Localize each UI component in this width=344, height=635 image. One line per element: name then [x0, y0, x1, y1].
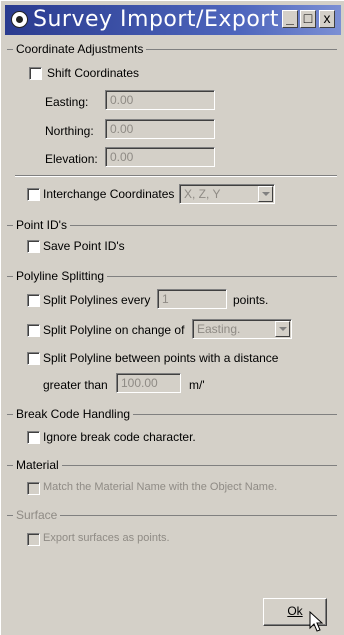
northing-input[interactable]: 0.00	[105, 119, 215, 139]
shift-coordinates-label: Shift Coordinates	[47, 66, 140, 80]
split-change-select[interactable]: Easting.	[192, 319, 292, 339]
mouse-pointer-icon	[309, 611, 324, 632]
close-button[interactable]: x	[319, 10, 335, 28]
unit-label: m/'	[189, 378, 205, 392]
easting-input[interactable]: 0.00	[105, 90, 215, 110]
interchange-coordinates-label: Interchange Coordinates	[43, 187, 175, 201]
material-group-label: Material	[13, 458, 62, 472]
split-change-label: Split Polyline on change of	[43, 323, 185, 337]
interchange-coordinates-value: X, Z, Y	[184, 187, 221, 201]
coordinate-adjustments-group-label: Coordinate Adjustments	[13, 42, 147, 56]
elevation-label: Elevation:	[45, 152, 98, 166]
split-distance-label: Split Polyline between points with a dis…	[43, 351, 279, 365]
match-material-label: Match the Material Name with the Object …	[43, 481, 278, 493]
window-title: Survey Import/Export	[33, 7, 279, 32]
chevron-down-icon[interactable]	[258, 186, 273, 202]
surface-group-label: Surface	[13, 508, 61, 522]
interchange-coordinates-checkbox[interactable]	[27, 188, 40, 201]
split-distance-checkbox[interactable]	[27, 352, 40, 365]
save-point-ids-checkbox[interactable]	[27, 240, 40, 253]
shift-coordinates-checkbox[interactable]	[29, 67, 42, 80]
match-material-checkbox[interactable]	[27, 482, 40, 495]
split-change-value: Easting.	[197, 322, 241, 336]
elevation-input[interactable]: 0.00	[105, 147, 215, 167]
ignore-break-code-label: Ignore break code character.	[43, 430, 196, 444]
export-surfaces-label: Export surfaces as points.	[43, 532, 170, 544]
maximize-button[interactable]: □	[300, 10, 316, 28]
split-every-input[interactable]: 1	[157, 289, 227, 309]
greater-than-input[interactable]: 100.00	[116, 373, 181, 393]
greater-than-label: greater than	[43, 378, 108, 392]
minimize-button[interactable]: _	[282, 10, 298, 28]
interchange-coordinates-select[interactable]: X, Z, Y	[179, 184, 275, 204]
export-surfaces-checkbox[interactable]	[27, 533, 40, 546]
ok-button-label: Ok	[287, 604, 303, 618]
northing-label: Northing:	[45, 124, 94, 138]
app-icon	[11, 11, 28, 28]
break-code-group-label: Break Code Handling	[13, 407, 134, 421]
title-bar[interactable]: Survey Import/Export _ □ x	[5, 5, 341, 35]
survey-import-export-window: Survey Import/Export _ □ x Coordinate Ad…	[0, 0, 344, 635]
points-label: points.	[233, 293, 269, 307]
split-change-checkbox[interactable]	[27, 324, 40, 337]
interchange-separator	[15, 175, 337, 177]
split-every-checkbox[interactable]	[27, 294, 40, 307]
split-every-label: Split Polylines every	[43, 293, 151, 307]
polyline-splitting-group-label: Polyline Splitting	[13, 269, 108, 283]
save-point-ids-label: Save Point ID's	[43, 239, 125, 253]
easting-label: Easting:	[45, 95, 89, 109]
ignore-break-code-checkbox[interactable]	[27, 431, 40, 444]
point-ids-group-label: Point ID's	[13, 218, 70, 232]
chevron-down-icon[interactable]	[275, 321, 290, 337]
